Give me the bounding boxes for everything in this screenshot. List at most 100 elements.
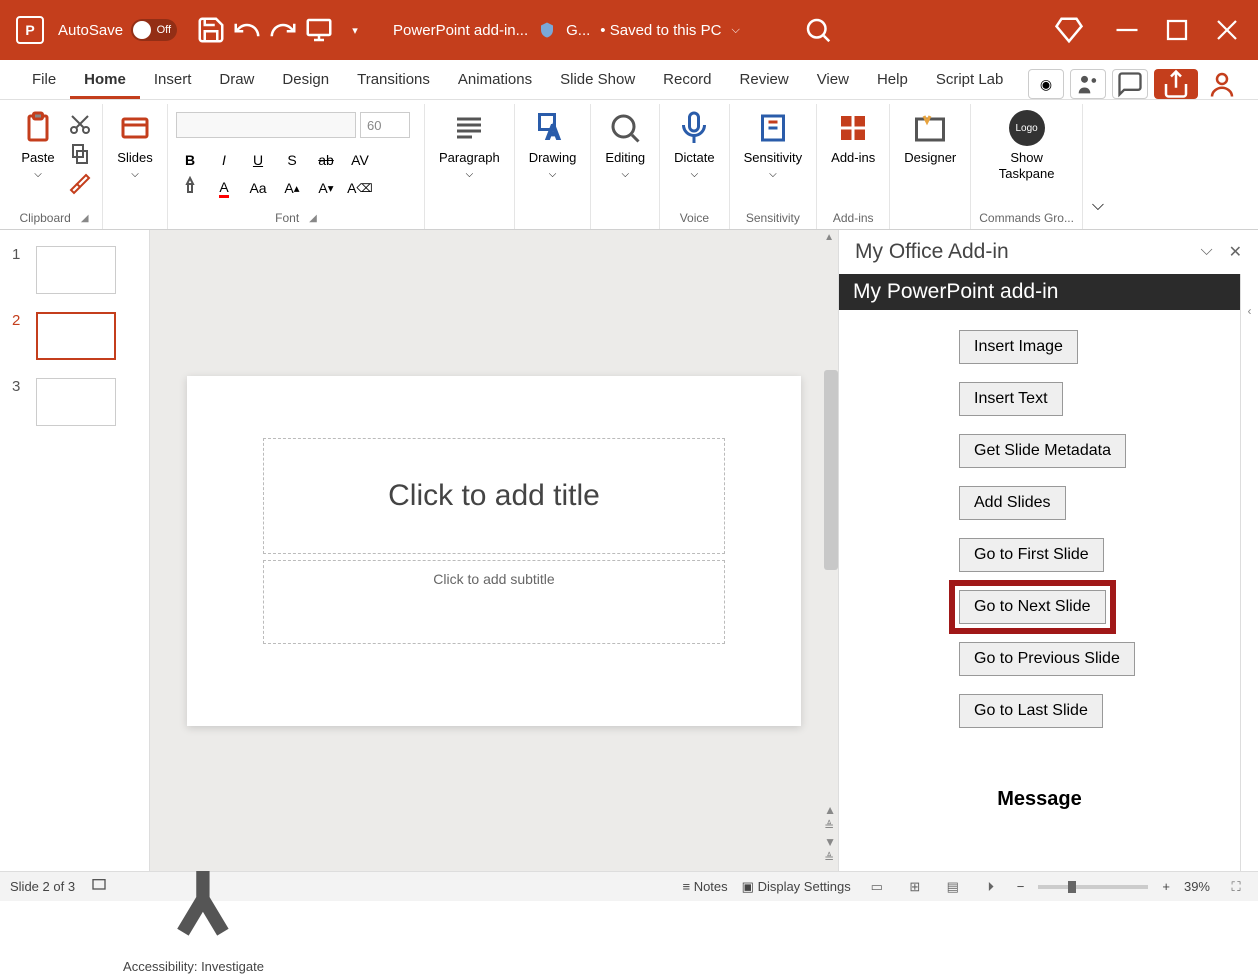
tab-slideshow[interactable]: Slide Show xyxy=(546,63,649,99)
sorter-view-icon[interactable]: ⊞ xyxy=(903,877,927,897)
share-button[interactable] xyxy=(1154,69,1198,99)
taskpane-collapse-tab[interactable]: ‹ xyxy=(1240,274,1258,871)
tab-scriptlab[interactable]: Script Lab xyxy=(922,63,1018,99)
taskpane-close-icon[interactable]: ✕ xyxy=(1229,242,1242,262)
toggle-switch[interactable]: Off xyxy=(131,19,177,41)
tab-view[interactable]: View xyxy=(803,63,863,99)
notes-button[interactable]: ≡ Notes xyxy=(682,879,727,894)
editing-button[interactable]: Editing ⌵ xyxy=(599,106,651,184)
cut-icon[interactable] xyxy=(66,112,94,136)
present-icon[interactable] xyxy=(304,15,334,45)
change-case-button[interactable]: Aa xyxy=(244,176,272,200)
redo-icon[interactable] xyxy=(268,15,298,45)
tab-insert[interactable]: Insert xyxy=(140,63,206,99)
dictate-button[interactable]: Dictate ⌵ xyxy=(668,106,720,184)
launcher-icon[interactable]: ◢ xyxy=(81,213,89,224)
addins-button[interactable]: Add-ins xyxy=(825,106,881,169)
zoom-in-button[interactable]: + xyxy=(1162,879,1170,894)
format-painter-icon[interactable] xyxy=(66,172,94,196)
subtitle-placeholder[interactable]: Click to add subtitle xyxy=(263,560,725,644)
camera-button[interactable]: ◉ xyxy=(1028,69,1064,99)
italic-button[interactable]: I xyxy=(210,148,238,172)
drawing-button[interactable]: A Drawing ⌵ xyxy=(523,106,583,184)
reading-view-icon[interactable]: ▤ xyxy=(941,877,965,897)
slide-count[interactable]: Slide 2 of 3 xyxy=(10,879,75,894)
thumb-1[interactable]: 1 xyxy=(12,246,137,294)
fit-to-window-icon[interactable]: ⛶ xyxy=(1224,877,1248,897)
zoom-slider[interactable] xyxy=(1038,885,1148,889)
search-icon[interactable] xyxy=(803,15,833,45)
go-first-slide-button[interactable]: Go to First Slide xyxy=(959,538,1104,572)
bold-button[interactable]: B xyxy=(176,148,204,172)
tab-file[interactable]: File xyxy=(18,63,70,99)
zoom-value[interactable]: 39% xyxy=(1184,879,1210,894)
prev-slide-dbl-icon[interactable]: ≜ xyxy=(824,819,836,833)
launcher-icon[interactable]: ◢ xyxy=(309,213,317,224)
slide-editor[interactable]: ▲ Click to add title Click to add subtit… xyxy=(150,230,838,871)
font-family-combo[interactable] xyxy=(176,112,356,138)
thumb-2[interactable]: 2 xyxy=(12,312,137,360)
undo-icon[interactable] xyxy=(232,15,262,45)
tab-draw[interactable]: Draw xyxy=(205,63,268,99)
teams-button[interactable] xyxy=(1070,69,1106,99)
add-slides-button[interactable]: Add Slides xyxy=(959,486,1066,520)
next-slide-dbl-icon[interactable]: ≜ xyxy=(824,851,836,865)
taskpane-menu-icon[interactable]: ⌵ xyxy=(1200,242,1212,262)
font-size-combo[interactable]: 60 xyxy=(360,112,410,138)
underline-button[interactable]: U xyxy=(244,148,272,172)
chevron-down-icon: ⌵ xyxy=(131,169,139,180)
comments-button[interactable] xyxy=(1112,69,1148,99)
tab-record[interactable]: Record xyxy=(649,63,725,99)
tab-animations[interactable]: Animations xyxy=(444,63,546,99)
paragraph-button[interactable]: Paragraph ⌵ xyxy=(433,106,506,184)
slides-button[interactable]: Slides ⌵ xyxy=(111,106,159,184)
diamond-icon[interactable] xyxy=(1054,15,1084,45)
font-color-button[interactable]: A xyxy=(210,176,238,200)
slide-canvas[interactable]: Click to add title Click to add subtitle xyxy=(187,376,801,726)
autosave-toggle[interactable]: AutoSave Off xyxy=(58,19,177,41)
save-status-chevron-icon[interactable]: ⌵ xyxy=(731,24,739,37)
save-icon[interactable] xyxy=(196,15,226,45)
title-placeholder[interactable]: Click to add title xyxy=(263,438,725,554)
account-button[interactable] xyxy=(1204,69,1240,99)
tab-design[interactable]: Design xyxy=(268,63,343,99)
tab-transitions[interactable]: Transitions xyxy=(343,63,444,99)
slideshow-view-icon[interactable]: ⏵ xyxy=(979,877,1003,897)
strike-button[interactable]: ab xyxy=(312,148,340,172)
highlight-button[interactable] xyxy=(176,176,204,200)
thumb-3[interactable]: 3 xyxy=(12,378,137,426)
paste-button[interactable]: Paste ⌵ xyxy=(14,106,62,184)
zoom-out-button[interactable]: − xyxy=(1017,879,1025,894)
vertical-scrollbar[interactable] xyxy=(824,370,838,570)
copy-icon[interactable] xyxy=(66,142,94,166)
language-icon[interactable] xyxy=(91,877,107,896)
show-taskpane-button[interactable]: Logo ShowTaskpane xyxy=(993,106,1061,185)
prev-slide-icon[interactable]: ▲ xyxy=(824,803,836,817)
next-slide-icon[interactable]: ▼ xyxy=(824,835,836,849)
sensitivity-button[interactable]: Sensitivity ⌵ xyxy=(738,106,809,184)
designer-button[interactable]: Designer xyxy=(898,106,962,169)
scroll-up-icon[interactable]: ▲ xyxy=(824,232,834,243)
shrink-font-button[interactable]: A▾ xyxy=(312,176,340,200)
minimize-button[interactable] xyxy=(1104,12,1150,48)
get-metadata-button[interactable]: Get Slide Metadata xyxy=(959,434,1126,468)
tab-review[interactable]: Review xyxy=(726,63,803,99)
display-settings-button[interactable]: ▣ Display Settings xyxy=(742,879,851,895)
maximize-button[interactable] xyxy=(1154,12,1200,48)
close-button[interactable] xyxy=(1204,12,1250,48)
qat-more-icon[interactable]: ▾ xyxy=(340,15,370,45)
spacing-button[interactable]: AV xyxy=(346,148,374,172)
go-last-slide-button[interactable]: Go to Last Slide xyxy=(959,694,1103,728)
ribbon-collapse-icon[interactable]: ⌵ xyxy=(1083,104,1113,229)
insert-text-button[interactable]: Insert Text xyxy=(959,382,1063,416)
clear-format-button[interactable]: A⌫ xyxy=(346,176,374,200)
tab-home[interactable]: Home xyxy=(70,63,140,99)
grow-font-button[interactable]: A▴ xyxy=(278,176,306,200)
go-next-slide-button[interactable]: Go to Next Slide xyxy=(959,590,1106,624)
tab-help[interactable]: Help xyxy=(863,63,922,99)
insert-image-button[interactable]: Insert Image xyxy=(959,330,1078,364)
zoom-thumb[interactable] xyxy=(1068,881,1076,893)
normal-view-icon[interactable]: ▭ xyxy=(865,877,889,897)
go-previous-slide-button[interactable]: Go to Previous Slide xyxy=(959,642,1135,676)
shadow-button[interactable]: S xyxy=(278,148,306,172)
